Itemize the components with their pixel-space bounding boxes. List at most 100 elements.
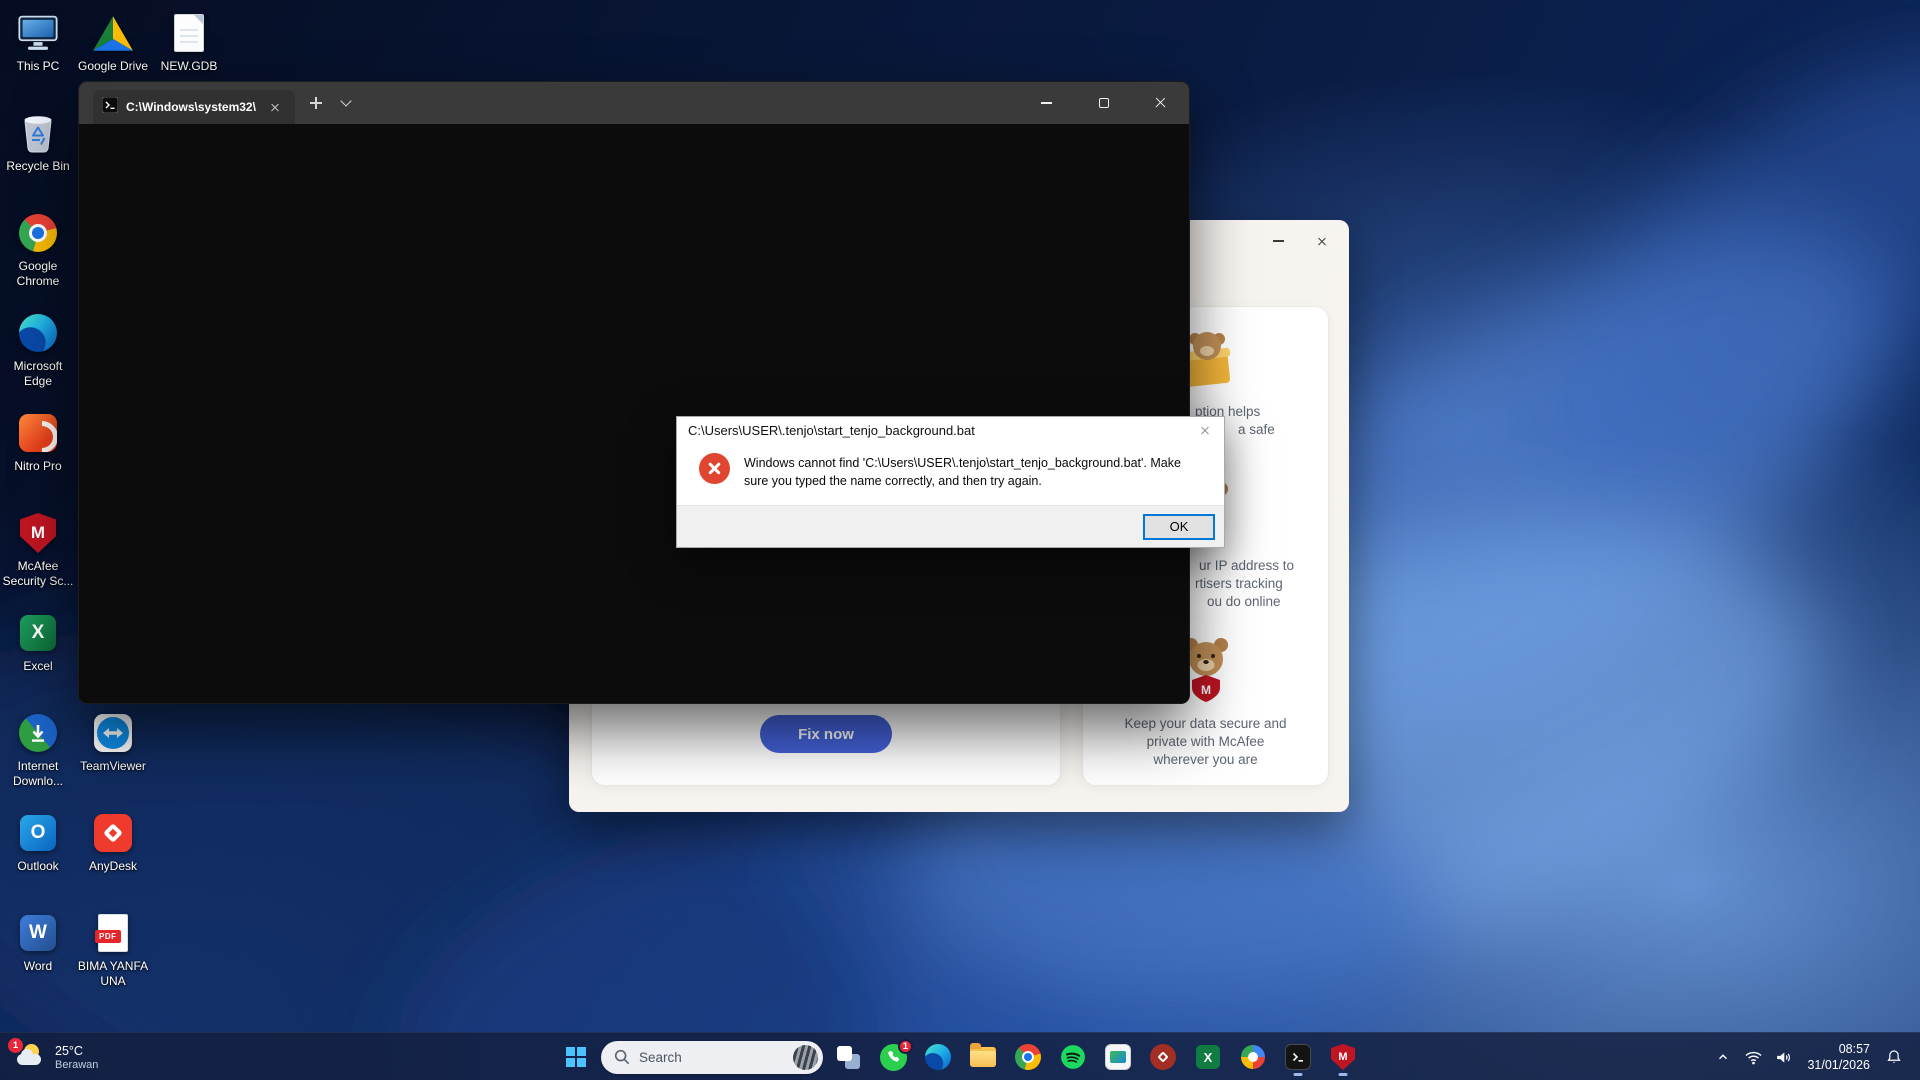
terminal-window: C:\Windows\system32\cmd.e...	[78, 81, 1190, 704]
teamviewer-icon	[75, 712, 151, 754]
taskbar-mcafee[interactable]: M	[1323, 1037, 1363, 1077]
desktop-icon-label: TeamViewer	[75, 759, 151, 774]
tray-time: 08:57	[1807, 1041, 1870, 1057]
new-tab-button[interactable]	[301, 88, 331, 118]
volume-button[interactable]	[1769, 1037, 1797, 1077]
desktop-icon-outlook[interactable]: O Outlook	[0, 812, 76, 874]
desktop-icon-anydesk[interactable]: AnyDesk	[75, 812, 151, 874]
desktop-icon-label: Recycle Bin	[0, 159, 76, 174]
minimize-button[interactable]	[1018, 82, 1075, 124]
desktop-icon-teamviewer[interactable]: TeamViewer	[75, 712, 151, 774]
tab-close-icon[interactable]	[264, 96, 286, 118]
mcafee-minimize-button[interactable]	[1269, 232, 1287, 250]
weather-temperature: 25°C	[55, 1044, 98, 1058]
wifi-icon	[1744, 1048, 1763, 1067]
spotify-icon	[1060, 1044, 1086, 1070]
dialog-title: C:\Users\USER\.tenjo\start_tenjo_backgro…	[688, 423, 975, 438]
desktop-icon-recycle-bin[interactable]: Recycle Bin	[0, 112, 76, 174]
terminal-tab[interactable]: C:\Windows\system32\cmd.e...	[93, 90, 295, 124]
search-daily-image	[793, 1045, 818, 1070]
desktop-icon-bima-pdf[interactable]: PDF BIMA YANFA UNA	[75, 912, 151, 989]
taskbar-pinned-app[interactable]	[1098, 1037, 1138, 1077]
wifi-button[interactable]	[1739, 1037, 1767, 1077]
taskbar-anydesk[interactable]	[1143, 1037, 1183, 1077]
task-view-button[interactable]	[828, 1037, 868, 1077]
desktop-icon-google-drive[interactable]: Google Drive	[75, 12, 151, 74]
search-placeholder: Search	[639, 1050, 785, 1065]
taskbar-edge[interactable]	[918, 1037, 958, 1077]
desktop-icon-label: Google Drive	[75, 59, 151, 74]
clock[interactable]: 08:57 31/01/2026	[1799, 1041, 1878, 1074]
close-button[interactable]	[1132, 82, 1189, 124]
pinwheel-app-icon	[1241, 1045, 1265, 1069]
error-icon	[699, 453, 730, 484]
taskbar-chrome[interactable]	[1008, 1037, 1048, 1077]
desktop-icon-google-chrome[interactable]: Google Chrome	[0, 212, 76, 289]
cmd-icon	[102, 97, 118, 118]
mcafee-close-button[interactable]	[1313, 232, 1331, 250]
mcafee-shield-icon: M	[1331, 1044, 1355, 1070]
word-logo-letter: W	[29, 922, 47, 944]
notification-center-button[interactable]	[1880, 1037, 1908, 1077]
command-prompt-icon	[1285, 1044, 1311, 1070]
weather-widget[interactable]: 1 25°C Berawan	[4, 1033, 108, 1080]
nitro-pro-icon	[0, 412, 76, 454]
search-box[interactable]: Search	[601, 1041, 823, 1074]
tab-dropdown-button[interactable]	[331, 88, 361, 118]
notification-badge: 1	[8, 1038, 23, 1053]
taskbar-spotify[interactable]	[1053, 1037, 1093, 1077]
maximize-button[interactable]	[1075, 82, 1132, 124]
taskbar-google-app[interactable]	[1233, 1037, 1273, 1077]
start-button[interactable]	[556, 1037, 596, 1077]
chrome-icon	[1015, 1044, 1041, 1070]
weather-icon: 1	[14, 1042, 46, 1072]
app-window-icon	[1105, 1044, 1131, 1070]
taskbar-center: Search 1 X M	[556, 1033, 1363, 1080]
desktop-icon-excel[interactable]: X Excel	[0, 612, 76, 674]
desktop-icon-nitro-pro[interactable]: Nitro Pro	[0, 412, 76, 474]
chevron-up-icon	[1716, 1050, 1730, 1064]
desktop-icon-idm[interactable]: Internet Downlo...	[0, 712, 76, 789]
tray-date: 31/01/2026	[1807, 1057, 1870, 1073]
desktop-icon-label: This PC	[0, 59, 76, 74]
terminal-content[interactable]	[79, 124, 1189, 703]
google-drive-icon	[75, 12, 151, 54]
desktop-icon-label: AnyDesk	[75, 859, 151, 874]
window-controls	[1018, 82, 1189, 124]
dialog-message: Windows cannot find 'C:\Users\USER\.tenj…	[744, 451, 1202, 505]
taskbar-whatsapp[interactable]: 1	[873, 1037, 913, 1077]
desktop-icon-label: Excel	[0, 659, 76, 674]
taskbar-terminal[interactable]	[1278, 1037, 1318, 1077]
desktop-icon-word[interactable]: W Word	[0, 912, 76, 974]
excel-icon: X	[0, 612, 76, 654]
outlook-icon: O	[0, 812, 76, 854]
tray-overflow-button[interactable]	[1709, 1037, 1737, 1077]
mcafee-shield-icon: M	[0, 512, 76, 554]
anydesk-icon	[75, 812, 151, 854]
folder-icon	[970, 1047, 996, 1067]
bell-icon	[1885, 1048, 1903, 1066]
taskbar-excel[interactable]: X	[1188, 1037, 1228, 1077]
dialog-close-icon[interactable]	[1188, 417, 1222, 444]
weather-text: 25°C Berawan	[55, 1044, 98, 1071]
dialog-footer: OK	[677, 505, 1224, 547]
ok-button[interactable]: OK	[1144, 515, 1214, 539]
desktop-icon-label: Google Chrome	[0, 259, 76, 289]
fix-now-button[interactable]: Fix now	[760, 715, 892, 753]
desktop-icon-label: BIMA YANFA UNA	[75, 959, 151, 989]
desktop-icon-this-pc[interactable]: This PC	[0, 12, 76, 74]
dialog-body: Windows cannot find 'C:\Users\USER\.tenj…	[677, 444, 1224, 505]
desktop-icon-microsoft-edge[interactable]: Microsoft Edge	[0, 312, 76, 389]
excel-logo-letter: X	[32, 622, 45, 644]
windows-logo-icon	[564, 1045, 588, 1069]
mcafee-tip-text: Keep your data secure and private with M…	[1083, 715, 1328, 768]
desktop-icon-mcafee[interactable]: M McAfee Security Sc...	[0, 512, 76, 589]
idm-icon	[0, 712, 76, 754]
desktop-icon-new-gdb[interactable]: NEW.GDB	[151, 12, 227, 74]
anydesk-icon	[1150, 1044, 1176, 1070]
desktop-icon-label: Outlook	[0, 859, 76, 874]
edge-icon	[0, 312, 76, 354]
taskbar-file-explorer[interactable]	[963, 1037, 1003, 1077]
terminal-tab-title: C:\Windows\system32\cmd.e...	[126, 100, 256, 114]
desktop-icon-label: McAfee Security Sc...	[0, 559, 76, 589]
